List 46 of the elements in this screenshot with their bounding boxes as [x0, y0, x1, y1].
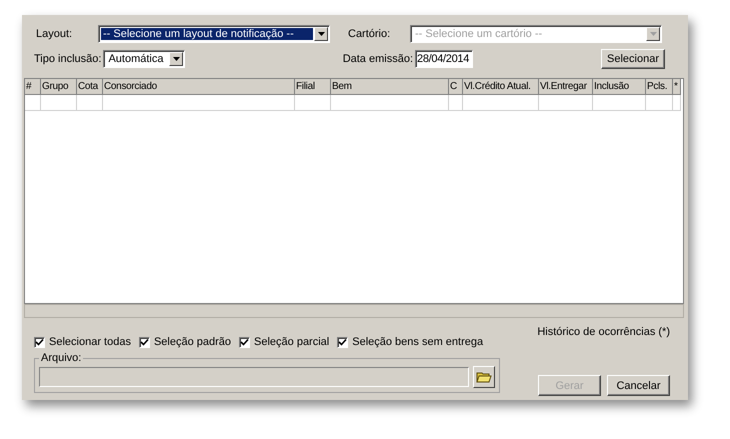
column-header[interactable]: Cota — [77, 79, 103, 95]
historico-label: Histórico de ocorrências (*) — [537, 326, 670, 338]
column-header[interactable]: C — [449, 79, 463, 95]
column-header[interactable]: Vl.Entregar — [539, 79, 593, 95]
column-header[interactable]: Bem — [331, 79, 449, 95]
layout-value: -- Selecione um layout de notificação -- — [101, 28, 313, 40]
layout-label: Layout: — [36, 28, 74, 40]
column-header[interactable]: * — [673, 79, 681, 95]
table-cell — [593, 95, 646, 111]
checkbox-label: Selecionar todas — [49, 336, 131, 348]
column-header[interactable]: Filial — [295, 79, 331, 95]
table-cell — [646, 95, 673, 111]
checkbox-label: Seleção parcial — [254, 336, 330, 348]
tipo-inclusao-dropdown[interactable]: Automática — [103, 50, 186, 68]
cartorio-value: -- Selecione um cartório -- — [414, 28, 544, 40]
open-folder-button[interactable] — [473, 366, 495, 388]
layout-dropdown[interactable]: -- Selecione um layout de notificação -- — [98, 25, 330, 43]
checkbox[interactable] — [138, 336, 150, 348]
file-path-field[interactable] — [39, 367, 469, 387]
column-header[interactable]: Grupo — [41, 79, 77, 95]
scrollbar[interactable] — [24, 304, 684, 318]
checkbox-label: Seleção padrão — [154, 336, 232, 348]
select-button[interactable]: Selecionar — [601, 49, 665, 69]
tipo-inclusao-value: Automática — [107, 53, 164, 65]
column-header[interactable]: Vl.Crédito Atual. — [463, 79, 539, 95]
date-field[interactable]: 28/04/2014 — [415, 50, 473, 68]
table-cell — [41, 95, 77, 111]
action-button[interactable]: Cancelar — [607, 375, 670, 396]
table-cell — [449, 95, 463, 111]
checkbox[interactable] — [34, 336, 45, 348]
cartorio-label: Cartório: — [348, 28, 392, 40]
table-cell — [295, 95, 331, 111]
folder-icon — [476, 370, 492, 384]
table-cell — [77, 95, 103, 111]
arquivo-legend: Arquivo: — [39, 352, 84, 364]
table-cell — [539, 95, 593, 111]
column-header[interactable]: Consorciado — [103, 79, 295, 95]
table-cell — [25, 95, 41, 111]
column-header[interactable]: # — [25, 79, 41, 95]
tipo-inclusao-label: Tipo inclusão: — [34, 53, 102, 65]
checkbox[interactable] — [239, 336, 250, 348]
checkbox[interactable] — [337, 336, 348, 348]
checkbox-label: Seleção bens sem entrega — [352, 336, 484, 348]
column-header[interactable]: Inclusão — [593, 79, 646, 95]
column-header[interactable]: Pcls. — [646, 79, 673, 95]
data-emissao-label: Data emissão: — [342, 53, 413, 65]
